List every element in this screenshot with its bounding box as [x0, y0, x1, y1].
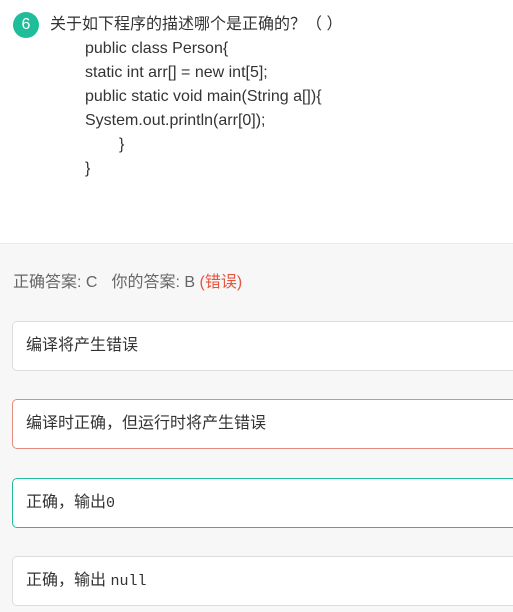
option-a[interactable]: 编译将产生错误 [12, 321, 513, 371]
option-d[interactable]: 正确，输出 null [12, 556, 513, 606]
answer-summary: 正确答案: C 你的答案: B (错误) [13, 272, 242, 294]
question-number-badge: 6 [13, 12, 39, 38]
question-panel: 6 关于如下程序的描述哪个是正确的？（ ） public class Perso… [0, 0, 513, 244]
question-title: 关于如下程序的描述哪个是正确的？（ ） [50, 16, 343, 33]
option-b[interactable]: 编译时正确，但运行时将产生错误 [12, 399, 513, 449]
option-c-text: 正确，输出 [26, 494, 107, 511]
code-line: static int arr[] = new int[5]; [85, 64, 268, 81]
answer-status-wrong: (错误) [199, 274, 243, 291]
option-d-code: null [110, 573, 147, 590]
option-c-code: 0 [106, 495, 116, 512]
option-c[interactable]: 正确，输出0 [12, 478, 513, 528]
code-line: public class Person{ [85, 40, 229, 57]
correct-answer-label: 正确答案: C [13, 274, 98, 291]
code-line: } [119, 136, 125, 153]
code-line: } [85, 160, 91, 177]
code-line: public static void main(String a[]){ [85, 88, 322, 105]
option-a-text: 编译将产生错误 [26, 337, 139, 354]
option-b-text: 编译时正确，但运行时将产生错误 [26, 415, 267, 432]
code-line: System.out.println(arr[0]); [85, 112, 266, 129]
option-d-text: 正确，输出 [26, 572, 111, 589]
your-answer-label: 你的答案: B [111, 274, 196, 291]
